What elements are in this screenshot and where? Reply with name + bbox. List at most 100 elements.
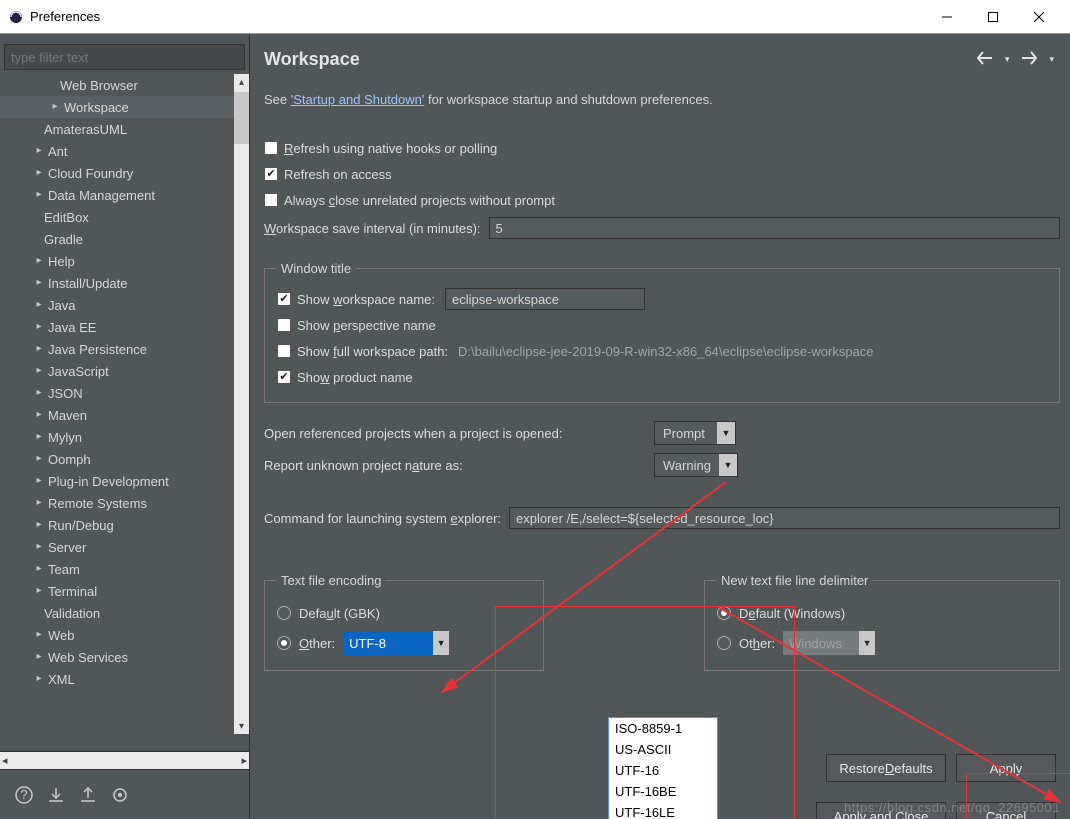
tree-item[interactable]: ▸Web Services bbox=[0, 646, 249, 668]
scroll-thumb[interactable] bbox=[234, 92, 249, 144]
always-close-label: Always close unrelated projects without … bbox=[284, 193, 555, 208]
tree-item[interactable]: ▸Install/Update bbox=[0, 272, 249, 294]
back-button[interactable] bbox=[977, 51, 993, 68]
scroll-right-icon[interactable]: ▸ bbox=[241, 754, 247, 767]
tree-hscrollbar[interactable]: ◂ ▸ bbox=[0, 751, 249, 769]
tree-item[interactable]: ▸Team bbox=[0, 558, 249, 580]
tree-item[interactable]: ▸Cloud Foundry bbox=[0, 162, 249, 184]
expand-icon: ▸ bbox=[34, 497, 44, 508]
tree-item-label: Remote Systems bbox=[48, 496, 147, 511]
tree-item[interactable]: ▸Java Persistence bbox=[0, 338, 249, 360]
tree-item-label: Ant bbox=[48, 144, 68, 159]
encoding-select[interactable]: UTF-8 ▼ bbox=[343, 631, 449, 655]
tree-item[interactable]: ▸Workspace bbox=[0, 96, 249, 118]
expand-icon: ▸ bbox=[34, 365, 44, 376]
tree-item[interactable]: ▸Help bbox=[0, 250, 249, 272]
view-menu[interactable]: ▾ bbox=[1049, 54, 1054, 65]
tree-item[interactable]: EditBox bbox=[0, 206, 249, 228]
tree-item-label: JSON bbox=[48, 386, 83, 401]
encoding-option[interactable]: UTF-16LE bbox=[609, 802, 717, 819]
oomph-icon[interactable] bbox=[110, 785, 130, 805]
encoding-default-radio[interactable] bbox=[277, 606, 291, 620]
minimize-button[interactable] bbox=[924, 1, 970, 33]
encoding-default-label: Default (GBK) bbox=[299, 606, 380, 621]
tree-item[interactable]: Validation bbox=[0, 602, 249, 624]
ws-name-input[interactable] bbox=[445, 288, 645, 310]
apply-button[interactable]: Apply bbox=[956, 754, 1056, 782]
tree-item[interactable]: ▸Mylyn bbox=[0, 426, 249, 448]
back-history-menu[interactable]: ▾ bbox=[1005, 54, 1010, 65]
expand-icon: ▸ bbox=[34, 277, 44, 288]
scroll-left-icon[interactable]: ◂ bbox=[2, 754, 8, 767]
show-product-label: Show product name bbox=[297, 370, 413, 385]
page-title: Workspace bbox=[264, 49, 977, 70]
line-select[interactable]: Windows ▼ bbox=[783, 631, 875, 655]
line-default-label: Default (Windows) bbox=[739, 606, 845, 621]
expand-icon: ▸ bbox=[34, 453, 44, 464]
encoding-other-label: Other: bbox=[299, 636, 335, 651]
tree-item[interactable]: ▸Web bbox=[0, 624, 249, 646]
expand-icon: ▸ bbox=[34, 519, 44, 530]
show-product-checkbox[interactable] bbox=[277, 370, 291, 384]
tree-item[interactable]: ▸Data Management bbox=[0, 184, 249, 206]
show-perspective-checkbox[interactable] bbox=[277, 318, 291, 332]
show-ws-name-label: Show workspace name: bbox=[297, 292, 435, 307]
tree-item-label: Mylyn bbox=[48, 430, 82, 445]
tree-item-label: Run/Debug bbox=[48, 518, 114, 533]
line-other-radio[interactable] bbox=[717, 636, 731, 650]
save-interval-input[interactable] bbox=[489, 217, 1060, 239]
scroll-down-icon[interactable]: ▾ bbox=[234, 718, 249, 734]
show-full-path-checkbox[interactable] bbox=[277, 344, 291, 358]
tree-item-label: Plug-in Development bbox=[48, 474, 169, 489]
tree-item-label: EditBox bbox=[44, 210, 89, 225]
tree-item[interactable]: ▸Terminal bbox=[0, 580, 249, 602]
tree-item[interactable]: ▸ Run/Debug bbox=[0, 514, 249, 536]
encoding-option[interactable]: UTF-16BE bbox=[609, 781, 717, 802]
tree-item[interactable]: ▸Java EE bbox=[0, 316, 249, 338]
tree-item[interactable]: ▸ Remote Systems bbox=[0, 492, 249, 514]
show-perspective-label: Show perspective name bbox=[297, 318, 436, 333]
sidebar: Web Browser▸WorkspaceAmaterasUML▸Ant▸Clo… bbox=[0, 34, 250, 819]
tree-item[interactable]: ▸Java bbox=[0, 294, 249, 316]
startup-shutdown-link[interactable]: 'Startup and Shutdown' bbox=[291, 92, 425, 107]
encoding-dropdown-popup[interactable]: ISO-8859-1US-ASCIIUTF-16UTF-16BEUTF-16LE… bbox=[608, 717, 718, 819]
scroll-up-icon[interactable]: ▴ bbox=[234, 74, 249, 90]
tree-item[interactable]: ▸JavaScript bbox=[0, 360, 249, 382]
maximize-button[interactable] bbox=[970, 1, 1016, 33]
encoding-option[interactable]: UTF-16 bbox=[609, 760, 717, 781]
filter-input[interactable] bbox=[4, 44, 245, 70]
always-close-checkbox[interactable] bbox=[264, 193, 278, 207]
tree-item[interactable]: ▸XML bbox=[0, 668, 249, 690]
preference-tree[interactable]: Web Browser▸WorkspaceAmaterasUML▸Ant▸Clo… bbox=[0, 74, 249, 734]
import-icon[interactable] bbox=[46, 785, 66, 805]
tree-vscrollbar[interactable]: ▴ ▾ bbox=[234, 74, 249, 734]
encoding-option[interactable]: ISO-8859-1 bbox=[609, 718, 717, 739]
expand-icon: ▸ bbox=[50, 101, 60, 112]
tree-item[interactable]: ▸Ant bbox=[0, 140, 249, 162]
tree-item[interactable]: ▸Plug-in Development bbox=[0, 470, 249, 492]
report-nature-select[interactable]: Warning ▼ bbox=[654, 453, 738, 477]
encoding-other-radio[interactable] bbox=[277, 636, 291, 650]
tree-item[interactable]: ▸Maven bbox=[0, 404, 249, 426]
help-icon[interactable]: ? bbox=[14, 785, 34, 805]
show-ws-name-checkbox[interactable] bbox=[277, 292, 291, 306]
tree-item[interactable]: ▸Server bbox=[0, 536, 249, 558]
tree-item[interactable]: ▸Oomph bbox=[0, 448, 249, 470]
tree-item[interactable]: Web Browser bbox=[0, 74, 249, 96]
close-button[interactable] bbox=[1016, 1, 1062, 33]
refresh-access-checkbox[interactable] bbox=[264, 167, 278, 181]
refresh-hooks-checkbox[interactable] bbox=[264, 141, 278, 155]
tree-item-label: Web bbox=[48, 628, 75, 643]
window-title: Preferences bbox=[30, 9, 924, 24]
restore-defaults-button[interactable]: Restore Defaults bbox=[826, 754, 946, 782]
export-icon[interactable] bbox=[78, 785, 98, 805]
tree-item[interactable]: Gradle bbox=[0, 228, 249, 250]
tree-item[interactable]: AmaterasUML bbox=[0, 118, 249, 140]
line-default-radio[interactable] bbox=[717, 606, 731, 620]
cmd-input[interactable] bbox=[509, 507, 1060, 529]
tree-item[interactable]: ▸JSON bbox=[0, 382, 249, 404]
open-ref-select[interactable]: Prompt ▼ bbox=[654, 421, 736, 445]
forward-button[interactable] bbox=[1021, 51, 1037, 68]
tree-item-label: Cloud Foundry bbox=[48, 166, 133, 181]
encoding-option[interactable]: US-ASCII bbox=[609, 739, 717, 760]
